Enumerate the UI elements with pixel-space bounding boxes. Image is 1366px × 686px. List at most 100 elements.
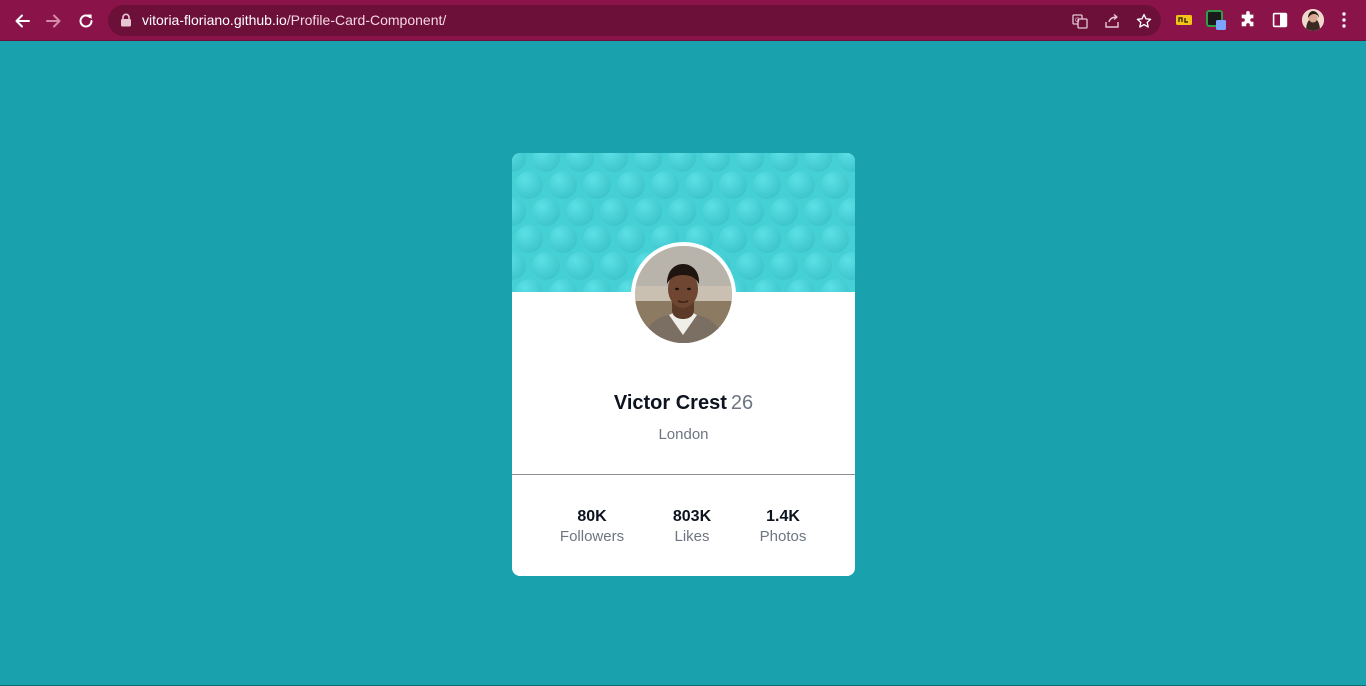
pattern-bubble [838,198,855,226]
pattern-bubble [787,171,815,199]
stat-followers: 80K Followers [556,507,628,547]
stat-value: 803K [672,508,712,525]
pattern-bubble [600,252,628,280]
url-text: vitoria-floriano.github.io/Profile-Card-… [142,12,446,29]
lock-icon [121,13,131,27]
pattern-bubble [634,153,662,172]
pattern-bubble [566,153,594,172]
pattern-bubble [566,252,594,280]
pattern-bubble [821,225,849,253]
pattern-bubble [651,171,679,199]
pattern-bubble [512,153,526,172]
pattern-bubble [600,153,628,172]
address-bar[interactable]: vitoria-floriano.github.io/Profile-Card-… [108,5,1161,36]
profile-name: Victor Crest [613,392,727,414]
profile-name-row: Victor Crest 26 [512,391,855,415]
pattern-bubble [736,252,764,280]
pattern-bubble [685,171,713,199]
bookmark-button[interactable] [1134,11,1154,31]
stat-label: Likes [674,528,710,545]
side-panel-button[interactable] [1270,10,1290,30]
pattern-bubble [719,171,747,199]
back-arrow-icon [15,14,30,28]
pattern-bubble [736,198,764,226]
pattern-bubble [804,153,832,172]
side-panel-icon [1272,12,1288,28]
url-host: vitoria-floriano.github.io [142,12,287,28]
pattern-bubble [668,198,696,226]
pattern-bubble [515,225,543,253]
pattern-bubble [583,279,611,292]
forward-button[interactable] [41,8,67,34]
divider [512,474,855,475]
stat-value: 80K [577,508,607,525]
extension-button-1[interactable] [1174,10,1194,30]
pattern-bubble [719,225,747,253]
pattern-bubble [583,225,611,253]
pattern-bubble [736,153,764,172]
pattern-bubble [549,225,577,253]
pattern-bubble [549,171,577,199]
pattern-bubble [617,225,645,253]
pattern-bubble [770,153,798,172]
browser-toolbar: vitoria-floriano.github.io/Profile-Card-… [0,0,1366,41]
share-button[interactable] [1102,11,1122,31]
back-button[interactable] [9,8,35,34]
pattern-bubble [512,252,526,280]
stat-label: Photos [759,528,807,545]
stat-photos: 1.4K Photos [752,507,814,547]
avatar [631,242,736,347]
pattern-bubble [532,252,560,280]
svg-text:G: G [1075,17,1080,24]
extension-button-2[interactable] [1206,10,1226,30]
pattern-bubble [821,171,849,199]
pattern-bubble [787,225,815,253]
translate-icon: G [1072,14,1088,29]
profile-avatar-image [1302,9,1324,31]
pattern-bubble [702,153,730,172]
pattern-bubble [804,252,832,280]
browser-menu-button[interactable] [1334,10,1354,30]
pattern-bubble [787,279,815,292]
extension-icon [1206,10,1226,30]
pattern-bubble [512,198,526,226]
reload-button[interactable] [73,8,99,34]
profile-age: 26 [730,392,754,414]
share-icon [1105,13,1119,28]
menu-dots-icon [1342,12,1346,28]
stat-value: 1.4K [766,508,800,525]
puzzle-icon [1241,11,1254,27]
reload-icon [79,14,93,28]
translate-button[interactable]: G [1070,11,1090,31]
star-icon [1136,13,1152,28]
profile-avatar[interactable] [1302,9,1324,31]
pattern-bubble [804,198,832,226]
pattern-bubble [770,252,798,280]
stat-likes: 803K Likes [662,507,722,547]
extensions-menu-button[interactable] [1238,10,1258,30]
profile-photo [635,246,732,343]
extension-icon [1176,15,1192,25]
url-path: /Profile-Card-Component/ [286,12,447,28]
pattern-bubble [838,153,855,172]
pattern-bubble [617,171,645,199]
pattern-bubble [515,171,543,199]
pattern-bubble [753,225,781,253]
pattern-bubble [549,279,577,292]
pattern-bubble [532,153,560,172]
pattern-bubble [634,198,662,226]
profile-card: Victor Crest 26 London 80K Followers 803K… [512,153,855,576]
pattern-bubble [753,279,781,292]
pattern-bubble [583,171,611,199]
profile-city: London [658,426,709,443]
stat-label: Followers [559,528,625,545]
pattern-bubble [770,198,798,226]
pattern-bubble [668,153,696,172]
pattern-bubble [566,198,594,226]
pattern-bubble [532,198,560,226]
pattern-bubble [838,252,855,280]
forward-arrow-icon [46,14,61,28]
pattern-bubble [753,171,781,199]
pattern-bubble [515,279,543,292]
pattern-bubble [600,198,628,226]
